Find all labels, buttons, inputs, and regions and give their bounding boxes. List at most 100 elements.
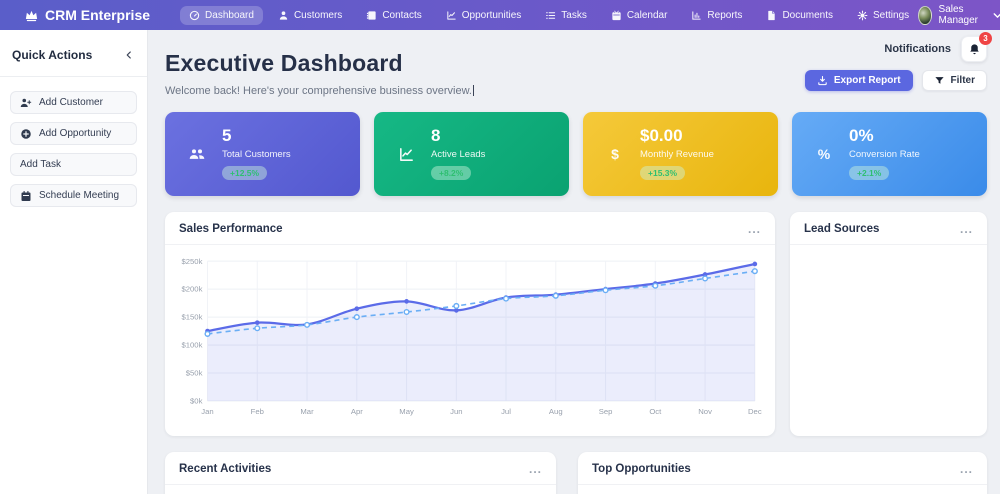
export-report-button[interactable]: Export Report <box>805 70 913 91</box>
notifications-button[interactable]: 3 <box>961 36 987 62</box>
nav-item-documents[interactable]: Documents <box>757 6 842 25</box>
nav-item-contacts[interactable]: Contacts <box>357 6 430 25</box>
address-book-icon <box>366 10 377 21</box>
card-menu-button[interactable]: ... <box>748 226 761 232</box>
stat-change-badge: +2.1% <box>849 166 889 180</box>
svg-text:Dec: Dec <box>748 407 762 416</box>
nav-label: Tasks <box>561 10 587 21</box>
chevron-left-icon[interactable] <box>123 49 135 61</box>
file-icon <box>766 10 777 21</box>
text-caret <box>473 85 474 96</box>
svg-text:Jan: Jan <box>201 407 213 416</box>
stat-label: Conversion Rate <box>849 149 920 160</box>
divider <box>0 76 147 77</box>
nav-items: Dashboard Customers Contacts Opportuniti… <box>180 6 918 25</box>
stat-value: 0% <box>849 127 920 146</box>
svg-text:Jun: Jun <box>450 407 462 416</box>
nav-label: Dashboard <box>205 10 254 21</box>
stat-change-badge: +12.5% <box>222 166 267 180</box>
stat-label: Active Leads <box>431 149 485 160</box>
person-plus-icon <box>20 97 32 109</box>
sidebar-title: Quick Actions <box>12 48 92 62</box>
page-title: Executive Dashboard <box>165 50 474 77</box>
gauge-icon <box>189 10 200 21</box>
page-subtitle: Welcome back! Here's your comprehensive … <box>165 85 474 97</box>
card-menu-button[interactable]: ... <box>960 466 973 472</box>
svg-text:$0k: $0k <box>190 397 203 406</box>
nav-label: Contacts <box>382 10 421 21</box>
top-navbar: CRM Enterprise Dashboard Customers Conta… <box>0 0 1000 30</box>
stat-label: Monthly Revenue <box>640 149 714 160</box>
nav-label: Customers <box>294 10 342 21</box>
bar-chart-icon <box>691 10 702 21</box>
nav-label: Settings <box>873 10 909 21</box>
lead-sources-card: Lead Sources ... <box>790 212 987 436</box>
svg-text:Apr: Apr <box>351 407 363 416</box>
brand: CRM Enterprise <box>24 7 150 23</box>
sales-performance-card: Sales Performance ... $0k $50k $100k $150k $… <box>165 212 775 436</box>
crown-icon <box>24 8 39 23</box>
stat-change-badge: +8.2% <box>431 166 471 180</box>
stat-value: 5 <box>222 127 291 146</box>
card-title: Recent Activities <box>179 463 271 475</box>
nav-item-reports[interactable]: Reports <box>682 6 751 25</box>
top-opportunities-card: Top Opportunities ... <box>578 452 987 494</box>
svg-text:May: May <box>399 407 414 416</box>
schedule-meeting-button[interactable]: Schedule Meeting <box>10 184 137 207</box>
list-icon <box>545 10 556 21</box>
funnel-icon <box>934 75 945 86</box>
person-icon <box>278 10 289 21</box>
nav-label: Calendar <box>627 10 668 21</box>
svg-text:$150k: $150k <box>181 313 202 322</box>
percent-icon: % <box>811 146 837 162</box>
svg-text:$250k: $250k <box>181 257 202 266</box>
stat-change-badge: +15.3% <box>640 166 685 180</box>
action-label: Add Customer <box>39 97 103 108</box>
plus-circle-icon <box>20 128 32 140</box>
stat-value: 8 <box>431 127 485 146</box>
nav-item-dashboard[interactable]: Dashboard <box>180 6 263 25</box>
add-customer-button[interactable]: Add Customer <box>10 91 137 114</box>
sales-performance-chart: $0k$50k$100k$150k$200k$250kJanFebMarAprM… <box>165 245 775 432</box>
nav-item-calendar[interactable]: Calendar <box>602 6 677 25</box>
stat-card-monthly-revenue: $ $0.00 Monthly Revenue +15.3% <box>583 112 778 196</box>
export-label: Export Report <box>834 75 901 86</box>
svg-text:Mar: Mar <box>300 407 314 416</box>
svg-text:Oct: Oct <box>649 407 662 416</box>
notifications-label: Notifications <box>884 43 951 55</box>
user-menu[interactable]: Sales Manager <box>918 4 1000 26</box>
calendar-icon <box>20 190 32 202</box>
nav-label: Opportunities <box>462 10 521 21</box>
quick-actions-sidebar: Quick Actions Add Customer Add Opportuni… <box>0 30 148 494</box>
card-menu-button[interactable]: ... <box>960 226 973 232</box>
action-label: Schedule Meeting <box>39 190 119 201</box>
nav-item-tasks[interactable]: Tasks <box>536 6 596 25</box>
nav-label: Reports <box>707 10 742 21</box>
nav-item-settings[interactable]: Settings <box>848 6 918 25</box>
main-content: Executive Dashboard Welcome back! Here's… <box>148 30 1000 494</box>
card-menu-button[interactable]: ... <box>529 466 542 472</box>
svg-text:Feb: Feb <box>251 407 264 416</box>
nav-item-customers[interactable]: Customers <box>269 6 351 25</box>
dollar-icon: $ <box>602 146 628 162</box>
user-name: Sales Manager <box>939 4 984 26</box>
gear-icon <box>857 10 868 21</box>
nav-item-opportunities[interactable]: Opportunities <box>437 6 530 25</box>
action-label: Add Opportunity <box>39 128 111 139</box>
svg-text:$100k: $100k <box>181 341 202 350</box>
recent-activities-card: Recent Activities ... <box>165 452 556 494</box>
add-task-button[interactable]: Add Task <box>10 153 137 176</box>
filter-button[interactable]: Filter <box>922 70 987 91</box>
people-icon <box>184 145 210 163</box>
chart-line-icon <box>446 10 457 21</box>
svg-text:Jul: Jul <box>501 407 511 416</box>
card-title: Sales Performance <box>179 223 283 235</box>
svg-text:Aug: Aug <box>549 407 563 416</box>
stats-row: 5 Total Customers +12.5% 8 Active Leads … <box>165 112 987 196</box>
avatar <box>918 6 931 25</box>
add-opportunity-button[interactable]: Add Opportunity <box>10 122 137 145</box>
stat-card-conversion-rate: % 0% Conversion Rate +2.1% <box>792 112 987 196</box>
stat-value: $0.00 <box>640 127 714 146</box>
svg-text:$50k: $50k <box>186 369 203 378</box>
nav-label: Documents <box>782 10 833 21</box>
